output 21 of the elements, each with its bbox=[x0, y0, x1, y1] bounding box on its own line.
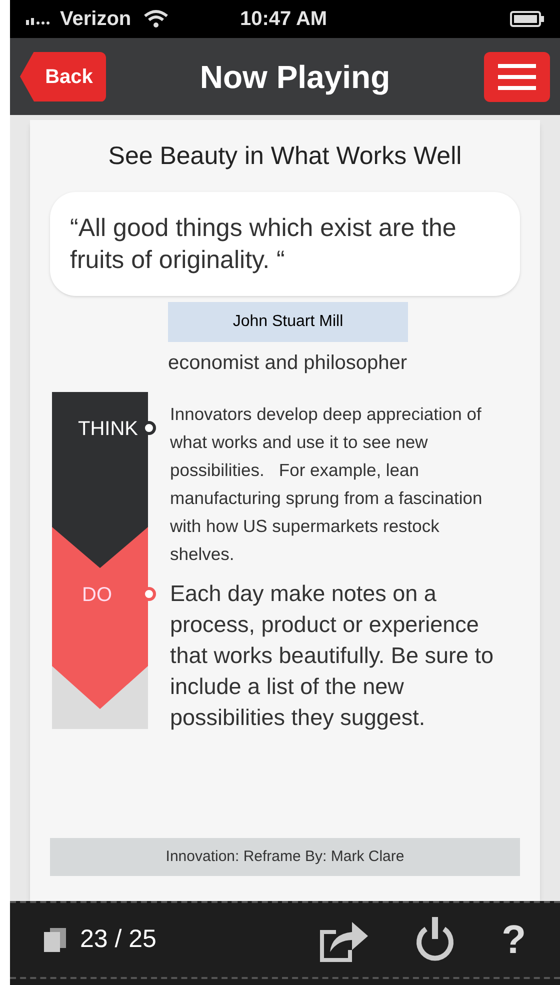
do-label: DO bbox=[82, 582, 112, 608]
help-button[interactable]: ? bbox=[502, 920, 526, 960]
quote-bubble: “All good things which exist are the fruits of originality. “ bbox=[50, 192, 520, 296]
author-role: economist and philosopher bbox=[168, 350, 408, 376]
pages-icon bbox=[44, 928, 66, 952]
do-text: Each day make notes on a process, product or experience that works beautifully. Be sure to include a list of the new possibilities they suggest. bbox=[170, 580, 494, 732]
menu-icon bbox=[498, 64, 536, 90]
footer-credit: Innovation: Reframe By: Mark Clare bbox=[50, 838, 520, 876]
think-text: Innovators develop deep appreciation of what works and use it to see new possibilities. For example, lean manufacturing sprung from a fascination with how US supermarkets restock shelves. bbox=[170, 402, 484, 566]
page-counter: 23 / 25 bbox=[80, 924, 156, 956]
author-name: John Stuart Mill bbox=[168, 302, 408, 342]
clock-time: 10:47 AM bbox=[240, 7, 328, 32]
menu-button[interactable] bbox=[484, 52, 550, 102]
card-title: See Beauty in What Works Well bbox=[107, 141, 463, 172]
screen-title: Now Playing bbox=[198, 58, 392, 97]
battery-icon bbox=[510, 11, 544, 27]
carrier-name: Verizon bbox=[60, 7, 132, 32]
think-label: THINK bbox=[78, 416, 138, 442]
back-button[interactable]: Back bbox=[20, 52, 106, 102]
wifi-icon bbox=[143, 9, 170, 29]
power-icon[interactable] bbox=[414, 917, 456, 963]
